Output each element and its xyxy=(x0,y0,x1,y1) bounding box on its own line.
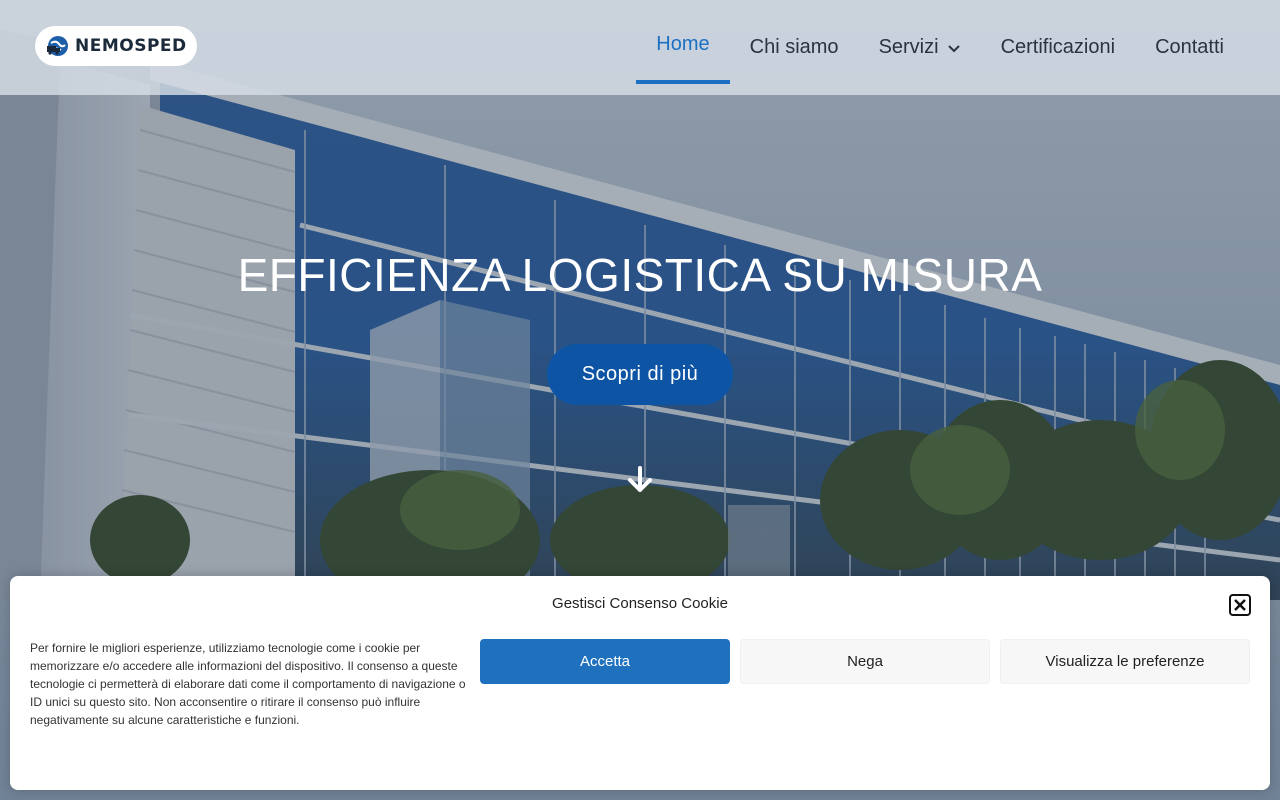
cookie-banner-title: Gestisci Consenso Cookie xyxy=(552,595,728,612)
nav-item-certificazioni[interactable]: Certificazioni xyxy=(981,0,1135,95)
nav-item-label: Certificazioni xyxy=(1000,36,1116,58)
deny-cookies-button[interactable]: Nega xyxy=(740,639,990,684)
site-logo[interactable]: NEMOSPED xyxy=(35,26,197,66)
nav-item-home[interactable]: Home xyxy=(636,0,731,95)
close-icon[interactable] xyxy=(1229,594,1251,616)
hero-title: EFFICIENZA LOGISTICA SU MISURA xyxy=(237,249,1043,301)
discover-more-button[interactable]: Scopri di più xyxy=(547,344,733,405)
nav-item-label: Chi siamo xyxy=(749,36,839,58)
nav-item-servizi[interactable]: Servizi xyxy=(859,0,981,95)
main-nav: Home Chi siamo Servizi Certificazioni Co… xyxy=(636,0,1244,95)
site-header: NEMOSPED Home Chi siamo Servizi Certific… xyxy=(0,0,1280,95)
nav-item-label: Servizi xyxy=(878,36,939,58)
brand-name: NEMOSPED xyxy=(75,36,187,56)
cookie-banner-text: Per fornire le migliori esperienze, util… xyxy=(30,641,466,727)
globe-truck-icon xyxy=(47,36,68,56)
nav-item-contatti[interactable]: Contatti xyxy=(1135,0,1244,95)
nav-item-chi-siamo[interactable]: Chi siamo xyxy=(730,0,859,95)
nav-item-label: Contatti xyxy=(1155,36,1224,58)
cookie-consent-banner: Gestisci Consenso Cookie Per fornire le … xyxy=(10,576,1270,790)
arrow-down-icon[interactable] xyxy=(626,465,654,495)
nav-item-label: Home xyxy=(656,33,710,55)
accept-cookies-button[interactable]: Accetta xyxy=(480,639,730,684)
view-preferences-button[interactable]: Visualizza le preferenze xyxy=(1000,639,1250,684)
chevron-down-icon[interactable] xyxy=(947,41,961,55)
